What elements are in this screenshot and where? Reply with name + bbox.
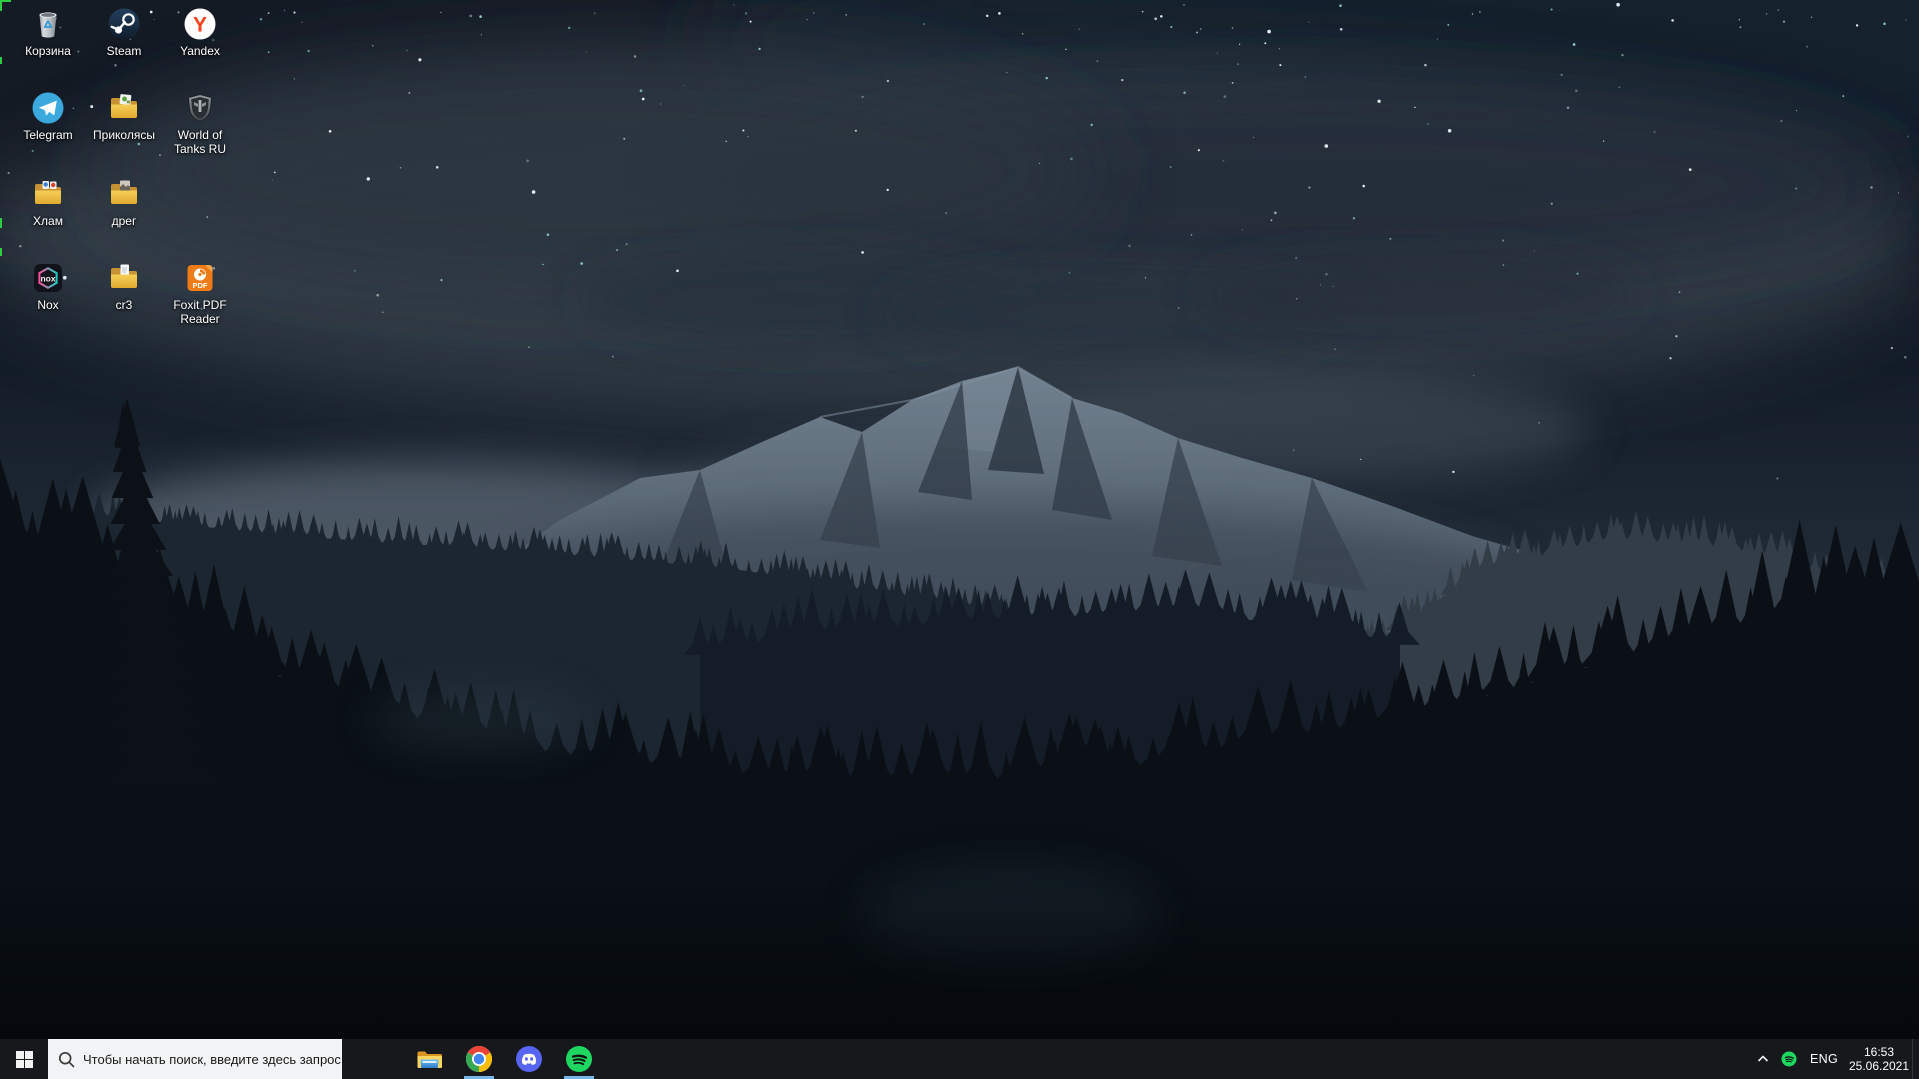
search-input[interactable] [83,1051,342,1067]
desktop-icon-world-of-tanks[interactable]: World of Tanks RU [162,91,238,156]
desktop-icon-nox[interactable]: nox Nox [10,261,86,312]
icon-label: Steam [106,44,142,58]
desktop-icon-telegram[interactable]: Telegram [10,91,86,142]
icon-label: Корзина [25,44,71,58]
windows-logo-icon [15,1050,33,1068]
desktop-icon-folder-dreg[interactable]: дрег [86,177,162,228]
tray-date: 25.06.2021 [1848,1059,1910,1073]
taskbar-app-chrome[interactable] [454,1039,504,1079]
folder-icon [111,180,137,204]
nox-icon: nox [34,264,62,292]
capture-border-mark [0,0,2,11]
icon-label: World of Tanks RU [173,128,226,156]
wallpaper-night-mountain [0,0,1919,1039]
desktop-icon-yandex[interactable]: Y Yandex [162,7,238,58]
tray-show-hidden-icons[interactable] [1750,1039,1776,1079]
taskbar-app-discord[interactable] [504,1039,554,1079]
svg-text:Y: Y [193,14,207,37]
steam-icon [108,8,140,40]
desktop-icon-recycle-bin[interactable]: Корзина [10,7,86,58]
show-desktop-button[interactable] [1912,1039,1919,1079]
search-icon [58,1051,75,1067]
folder-icon [35,181,61,204]
folder-icon [111,94,137,118]
taskbar-search[interactable] [48,1039,342,1079]
spotify-tray-icon [1781,1051,1797,1067]
taskbar-app-spotify[interactable] [554,1039,604,1079]
desktop-icon-steam[interactable]: Steam [86,7,162,58]
folder-icon [111,264,137,288]
icon-label: Telegram [23,128,73,142]
desktop-icon-folder-cr3[interactable]: cr3 [86,261,162,312]
file-explorer-icon [417,1051,442,1068]
svg-text:PDF: PDF [193,281,208,290]
capture-border-mark [0,218,2,228]
capture-border-mark [0,57,2,64]
tray-clock[interactable]: 16:53 25.06.2021 [1846,1039,1912,1079]
desktop-icon-foxit[interactable]: PDF Foxit PDF Reader [162,261,238,326]
desktop-icon-folder-khlam[interactable]: Хлам [10,177,86,228]
recycle-bin-icon [39,12,57,38]
tray-language-indicator[interactable]: ENG [1802,1039,1846,1079]
icon-label: Приколясы [93,128,155,142]
svg-text:nox: nox [40,273,55,283]
taskbar-app-file-explorer[interactable] [404,1039,454,1079]
tray-spotify[interactable] [1776,1039,1802,1079]
taskbar: ENG 16:53 25.06.2021 [0,1039,1919,1079]
icon-label: Foxit PDF Reader [173,298,227,326]
icon-label: Хлам [33,214,63,228]
telegram-icon [32,92,64,124]
taskbar-apps [404,1039,604,1079]
chevron-up-icon [1757,1055,1769,1062]
system-tray: ENG 16:53 25.06.2021 [1750,1039,1919,1079]
icon-label: Yandex [180,44,220,58]
start-button[interactable] [0,1039,48,1079]
tray-time: 16:53 [1863,1044,1895,1059]
spotify-icon [566,1046,592,1072]
icon-label: дрег [111,214,137,228]
discord-icon [516,1046,542,1072]
foxit-pdf-icon: PDF [187,265,213,291]
icon-label: cr3 [115,298,133,312]
capture-border-mark [0,248,2,256]
desktop-icon-folder-prikolyasy[interactable]: Приколясы [86,91,162,142]
world-of-tanks-shield-icon [187,93,213,123]
yandex-browser-icon: Y [184,8,216,40]
chrome-icon [465,1045,493,1072]
icon-label: Nox [37,298,59,312]
